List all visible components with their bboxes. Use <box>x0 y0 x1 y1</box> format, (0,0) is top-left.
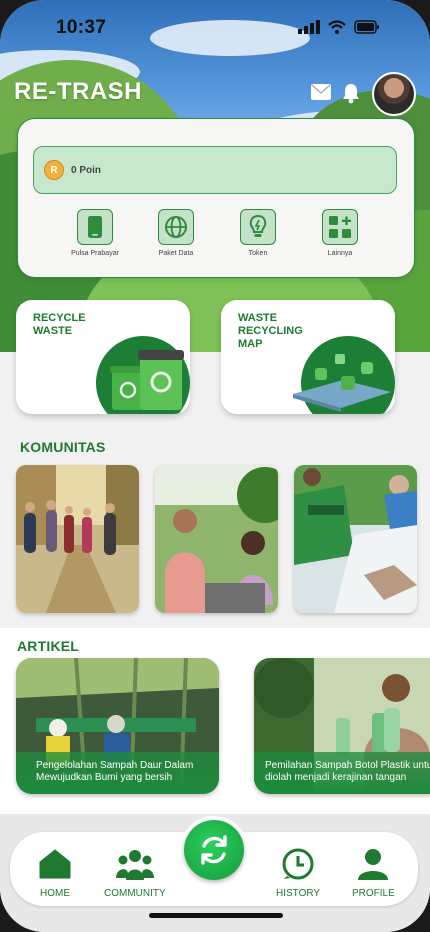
wallet-card: R 0 Poin Pulsa Prabayar Paket Data Token… <box>17 118 415 278</box>
people-icon <box>115 850 154 880</box>
card-title: WASTE RECYCLING MAP <box>238 312 303 350</box>
home-icon <box>39 849 71 879</box>
home-indicator <box>149 913 283 918</box>
nav-label: HOME <box>40 888 70 899</box>
community-photo[interactable] <box>155 465 278 613</box>
status-time: 10:37 <box>56 17 107 38</box>
recycle-arrows-icon <box>201 835 227 865</box>
nav-label: PROFILE <box>352 888 395 899</box>
nav-home[interactable]: HOME <box>38 848 72 899</box>
points-bar[interactable]: R 0 Poin <box>33 146 397 194</box>
article-caption: Pengelolahan Sampah Daur Dalam Mewujudka… <box>36 760 194 783</box>
nav-community[interactable]: COMMUNITY <box>104 848 166 899</box>
person-icon <box>358 849 389 880</box>
signal-icon <box>298 20 320 34</box>
battery-icon <box>354 20 379 34</box>
coin-icon: R <box>44 160 64 180</box>
points-label: 0 Poin <box>71 164 102 176</box>
mail-icon[interactable] <box>311 84 331 100</box>
profile-avatar[interactable] <box>372 72 416 116</box>
map-pins-icon <box>293 354 391 412</box>
globe-icon <box>165 216 187 238</box>
menu-lainnya[interactable]: Lainnya <box>310 209 370 257</box>
menu-pulsa-prabayar[interactable]: Pulsa Prabayar <box>65 209 125 257</box>
recycle-waste-card[interactable]: RECYCLE WASTE <box>16 300 190 414</box>
recycle-fab-button[interactable] <box>184 820 244 880</box>
nav-profile[interactable]: PROFILE <box>352 848 395 899</box>
article-card[interactable]: Pemilahan Sampah Botol Plastik untuk dio… <box>254 658 430 794</box>
article-card[interactable]: Pengelolahan Sampah Daur Dalam Mewujudka… <box>16 658 219 794</box>
article-caption: Pemilahan Sampah Botol Plastik untuk dio… <box>265 760 430 783</box>
bulb-icon <box>249 214 267 237</box>
bell-icon[interactable] <box>341 82 361 104</box>
community-photo[interactable] <box>294 465 417 613</box>
phone-screen: 10:37 RE-TRASH R 0 Poin Pulsa Prabayar P… <box>0 0 430 932</box>
wifi-icon <box>328 20 346 34</box>
waste-recycling-map-card[interactable]: WASTE RECYCLING MAP <box>221 300 395 414</box>
menu-label: Paket Data <box>158 250 194 257</box>
grid-plus-icon <box>329 216 351 238</box>
menu-label: Pulsa Prabayar <box>71 250 119 257</box>
articles-title: ARTIKEL <box>17 638 80 654</box>
community-title: KOMUNITAS <box>20 439 106 455</box>
menu-label: Token <box>248 250 268 257</box>
status-bar: 10:37 <box>0 0 430 52</box>
menu-paket-data[interactable]: Paket Data <box>146 209 206 257</box>
menu-label: Lainnya <box>327 250 353 257</box>
recycle-bins-icon <box>110 350 184 410</box>
history-icon <box>282 848 314 880</box>
menu-token[interactable]: Token <box>228 209 288 257</box>
community-photo[interactable] <box>16 465 139 613</box>
nav-label: COMMUNITY <box>104 888 166 899</box>
nav-label: HISTORY <box>276 888 321 899</box>
phone-icon <box>88 216 102 238</box>
card-title: RECYCLE WASTE <box>33 312 86 337</box>
app-logo: RE-TRASH <box>14 78 142 105</box>
nav-history[interactable]: HISTORY <box>276 848 320 899</box>
